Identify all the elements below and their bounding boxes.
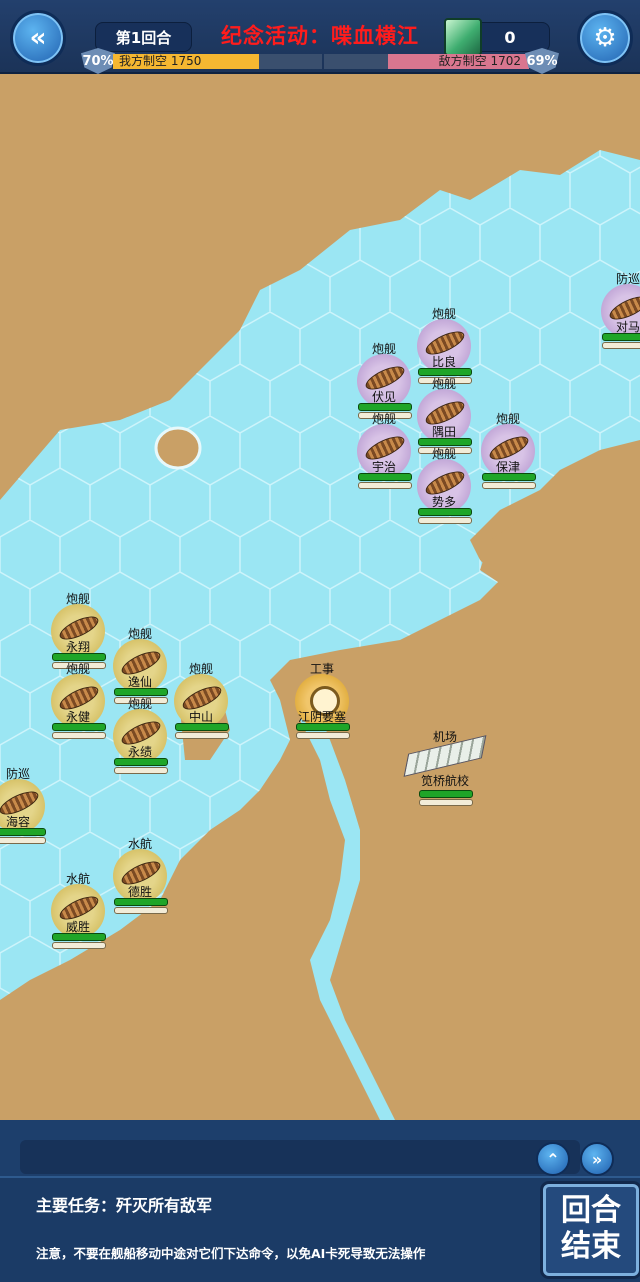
unit-hp-bar bbox=[0, 828, 46, 836]
unit-supply-bar bbox=[358, 482, 412, 489]
back-button[interactable]: « bbox=[10, 10, 66, 66]
event-title: 纪念活动：喋血横江 bbox=[221, 24, 419, 48]
unit-enemy[interactable]: 防巡 对马 bbox=[598, 270, 640, 350]
unit-ally[interactable]: 炮舰 永绩 bbox=[110, 695, 170, 775]
unit-ally[interactable]: 水航 威胜 bbox=[48, 870, 108, 950]
unit-supply-bar bbox=[418, 517, 472, 524]
unit-hp-bar bbox=[114, 758, 168, 766]
unit-enemy[interactable]: 炮舰 隅田 bbox=[414, 375, 474, 455]
airfield-unit[interactable]: 机场 笕桥航校 bbox=[403, 728, 487, 788]
unit-ally[interactable]: 炮舰 中山 bbox=[171, 660, 231, 740]
fast-forward-button[interactable]: » bbox=[580, 1142, 614, 1176]
airfield-name: 笕桥航校 bbox=[420, 774, 469, 788]
bottom-strip bbox=[20, 1140, 580, 1174]
ally-air-label: 我方制空 1750 bbox=[119, 54, 202, 68]
end-turn-button[interactable]: 回合结束 bbox=[543, 1184, 639, 1276]
gem-counter: 0 bbox=[470, 22, 550, 52]
unit-ally[interactable]: 炮舰 逸仙 bbox=[110, 625, 170, 705]
enemy-air-label: 敌方制空 1702 bbox=[438, 54, 521, 68]
unit-hp-bar bbox=[52, 723, 106, 731]
notice-text: 注意，不要在舰船移动中途对它们下达命令，以免AI卡死导致无法操作 bbox=[36, 1246, 426, 1261]
unit-ally[interactable]: 防巡 海容 bbox=[0, 765, 48, 845]
unit-enemy[interactable]: 炮舰 势多 bbox=[414, 445, 474, 525]
unit-supply-bar bbox=[602, 342, 640, 349]
unit-supply-bar bbox=[0, 837, 46, 844]
unit-supply-bar bbox=[52, 732, 106, 739]
unit-ally[interactable]: 炮舰 永健 bbox=[48, 660, 108, 740]
unit-supply-bar bbox=[52, 942, 106, 949]
unit-enemy[interactable]: 炮舰 保津 bbox=[478, 410, 538, 490]
unit-hp-bar bbox=[602, 333, 640, 341]
unit-hp-bar bbox=[114, 898, 168, 906]
unit-enemy[interactable]: 炮舰 宇治 bbox=[354, 410, 414, 490]
double-chevron-right-icon: » bbox=[591, 1149, 603, 1169]
unit-supply-bar bbox=[296, 732, 350, 739]
end-turn-label: 回合结束 bbox=[561, 1193, 621, 1264]
unit-enemy[interactable]: 炮舰 比良 bbox=[414, 305, 474, 385]
unit-supply-bar bbox=[114, 767, 168, 774]
unit-supply-bar bbox=[175, 732, 229, 739]
ally-air-percent: 70% bbox=[82, 54, 114, 69]
expand-up-button[interactable]: ⌃ bbox=[536, 1142, 570, 1176]
unit-supply-bar bbox=[482, 482, 536, 489]
unit-ally[interactable]: 水航 德胜 bbox=[110, 835, 170, 915]
green-gem-icon bbox=[444, 18, 482, 56]
unit-ally[interactable]: 炮舰 永翔 bbox=[48, 590, 108, 670]
ally-air-bar: 我方制空 1750 bbox=[113, 54, 322, 69]
unit-hp-bar bbox=[52, 933, 106, 941]
unit-enemy[interactable]: 炮舰 伏见 bbox=[354, 340, 414, 420]
unit-hp-bar bbox=[358, 473, 412, 481]
unit-hp-bar bbox=[175, 723, 229, 731]
mission-text: 主要任务：歼灭所有敌军 bbox=[36, 1196, 213, 1215]
double-chevron-left-icon: « bbox=[29, 23, 47, 53]
airfield-supply-bar bbox=[419, 799, 473, 806]
enemy-air-percent: 69% bbox=[526, 54, 558, 69]
airfield-hp-bar bbox=[419, 790, 473, 798]
unit-hp-bar bbox=[482, 473, 536, 481]
unit-supply-bar bbox=[114, 907, 168, 914]
settings-button[interactable]: ⚙ bbox=[577, 10, 633, 66]
unit-hp-bar bbox=[296, 723, 350, 731]
enemy-air-bar: 敌方制空 1702 bbox=[324, 54, 529, 69]
gear-wrench-icon: ⚙ bbox=[593, 23, 617, 53]
unit-neutral[interactable]: 工事 江阴要塞 bbox=[292, 660, 352, 740]
unit-hp-bar bbox=[418, 508, 472, 516]
round-indicator: 第1回合 bbox=[95, 22, 192, 52]
double-chevron-up-icon: ⌃ bbox=[546, 1149, 560, 1169]
